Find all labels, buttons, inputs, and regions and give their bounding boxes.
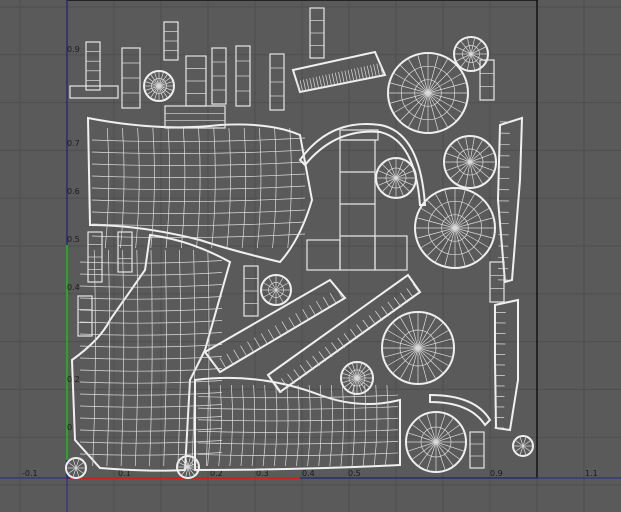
v-tick-label: 0.5 [67, 235, 80, 244]
uv-shell-wheel-small-e[interactable] [512, 435, 534, 457]
uv-shell-gear-2[interactable] [340, 361, 374, 395]
v-tick-label: 0.6 [67, 187, 80, 196]
uv-shell-right-strip[interactable] [493, 116, 524, 432]
u-tick-label: 0.5 [348, 469, 361, 478]
uv-shell-boxes[interactable] [306, 129, 408, 271]
uv-shell-wheel-medium[interactable] [381, 311, 455, 385]
uv-shell-hem[interactable] [194, 376, 401, 472]
uv-shell-wheel-small-a[interactable] [443, 135, 497, 189]
uv-shell-wheel-bottom[interactable] [405, 411, 467, 473]
v-tick-label: 0.4 [67, 283, 80, 292]
v-tick-label: 0.9 [67, 45, 80, 54]
uv-shell-torso-front[interactable] [86, 116, 314, 264]
v-tick-label: 0.7 [67, 139, 80, 148]
uv-shell-wheel-small-f[interactable] [65, 457, 87, 479]
uv-shell-gear-3[interactable] [176, 455, 200, 479]
uv-shell-wheel-large-1[interactable] [387, 52, 469, 134]
uv-shell-gear-1[interactable] [143, 70, 175, 102]
uv-viewport[interactable]: -0.1 0.1 0.2 0.3 0.4 0.5 0.9 1.1 0.9 0.7… [0, 0, 621, 512]
uv-shell-wheel-small-c[interactable] [375, 157, 417, 199]
uv-shell-belt[interactable] [291, 50, 387, 94]
uv-shell-wheel-large-2[interactable] [414, 187, 496, 269]
u-tick-label: 1.1 [585, 469, 598, 478]
v-tick-label: 0 [67, 423, 72, 432]
background-grid [0, 0, 621, 512]
u-tick-label: 0.4 [302, 469, 315, 478]
u-tick-label: -0.1 [22, 469, 38, 478]
uv-shell-fingers[interactable] [69, 7, 505, 469]
u-tick-label: 0.9 [490, 469, 503, 478]
uv-shell-wheel-small-d[interactable] [260, 274, 292, 306]
uv-shells[interactable] [65, 7, 534, 479]
u-tick-labels: -0.1 0.1 0.2 0.3 0.4 0.5 0.9 1.1 [22, 469, 598, 478]
uv-shell-wheel-small-b[interactable] [453, 36, 489, 72]
